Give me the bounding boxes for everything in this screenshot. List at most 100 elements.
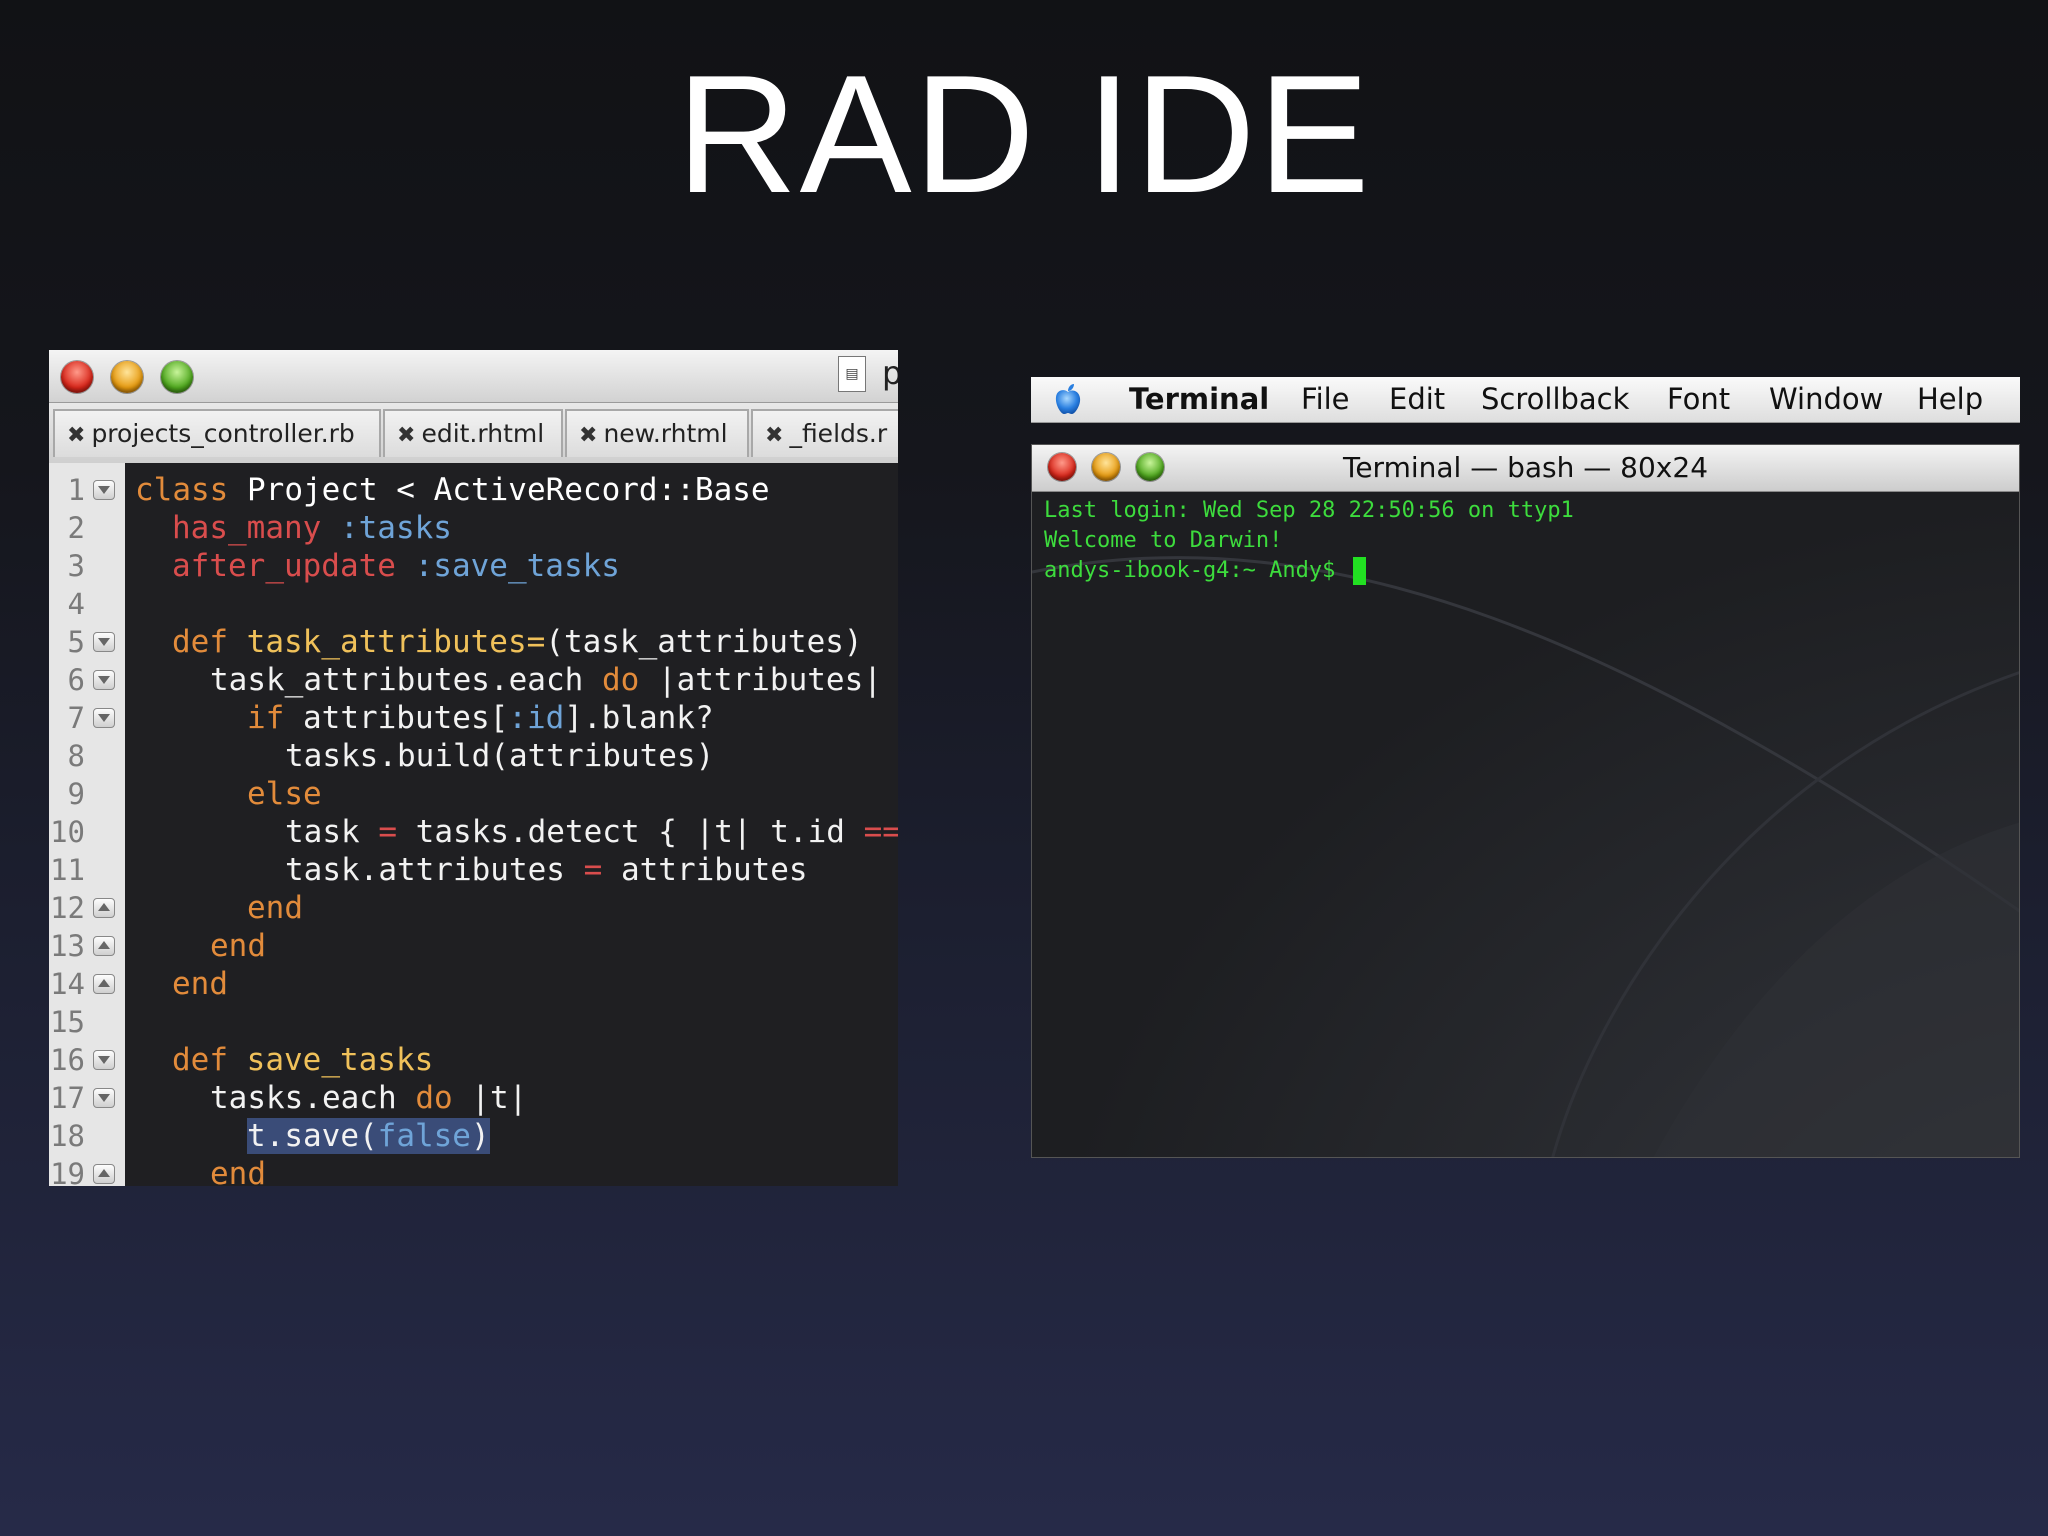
- code-token: t.save(: [247, 1118, 378, 1154]
- fold-toggle-icon[interactable]: [93, 1088, 115, 1108]
- line-number: 17: [50, 1081, 85, 1115]
- fold-toggle-icon[interactable]: [93, 708, 115, 728]
- text-cursor: [1352, 557, 1366, 585]
- code-token: task_attributes.each: [210, 662, 602, 698]
- code-line: tasks.build(attributes): [285, 737, 714, 775]
- terminal-window: Terminal — bash — 80x24 Last login: Wed …: [1031, 444, 2020, 1158]
- code-token: if: [247, 700, 285, 736]
- code-token: attributes[: [284, 700, 509, 736]
- menu-file[interactable]: File: [1301, 377, 1350, 422]
- code-line: if attributes[:id].blank?: [247, 699, 714, 737]
- menu-window[interactable]: Window: [1769, 377, 1883, 422]
- code-token: false: [377, 1118, 471, 1154]
- code-token: def: [172, 624, 228, 660]
- code-token: :save_tasks: [395, 548, 620, 584]
- tab-label: projects_controller.rb: [91, 419, 355, 448]
- line-number: 11: [50, 853, 85, 887]
- code-token: class: [135, 472, 229, 508]
- line-number: 12: [50, 891, 85, 925]
- line-number: 19: [50, 1157, 85, 1186]
- line-number: 13: [50, 929, 85, 963]
- terminal-output[interactable]: Last login: Wed Sep 28 22:50:56 on ttyp1…: [1032, 492, 2019, 1157]
- line-number: 7: [67, 701, 85, 735]
- fold-toggle-icon[interactable]: [93, 936, 115, 956]
- terminal-line: Welcome to Darwin!: [1044, 528, 1283, 553]
- tab-edit-rhtml[interactable]: ✖ edit.rhtml: [383, 409, 563, 457]
- tab-label: new.rhtml: [603, 419, 728, 448]
- fold-toggle-icon[interactable]: [93, 670, 115, 690]
- code-token: ): [470, 1118, 490, 1154]
- line-number: 14: [50, 967, 85, 1001]
- slide-title: RAD IDE: [676, 40, 1372, 228]
- code-token: end: [210, 928, 266, 964]
- code-token: task_attributes=: [228, 624, 546, 660]
- code-line: task = tasks.detect { |t| t.id ==: [285, 813, 898, 851]
- code-token: end: [247, 890, 303, 926]
- code-token: attributes: [602, 852, 808, 888]
- code-line: class Project < ActiveRecord::Base: [135, 471, 770, 509]
- terminal-titlebar: Terminal — bash — 80x24: [1032, 445, 2019, 492]
- code-token: =: [378, 814, 397, 850]
- menu-terminal[interactable]: Terminal: [1129, 377, 1269, 422]
- apple-menu-icon[interactable]: [1053, 383, 1083, 415]
- code-line: task.attributes = attributes: [285, 851, 808, 889]
- background-swoosh: [1032, 556, 2019, 1157]
- code-token: def: [172, 1042, 228, 1078]
- code-token: :id: [508, 700, 565, 736]
- fold-toggle-icon[interactable]: [93, 632, 115, 652]
- code-line: end: [247, 889, 303, 927]
- code-line: end: [210, 1155, 266, 1186]
- tab-new-rhtml[interactable]: ✖ new.rhtml: [565, 409, 749, 457]
- fold-toggle-icon[interactable]: [93, 974, 115, 994]
- code-line: else: [247, 775, 322, 813]
- tab-close-icon[interactable]: ✖: [397, 423, 415, 448]
- fold-toggle-icon[interactable]: [93, 1050, 115, 1070]
- code-token: save_tasks: [228, 1042, 434, 1078]
- code-token: task.attributes: [285, 852, 584, 888]
- tab-fields[interactable]: ✖ _fields.r: [751, 409, 898, 457]
- code-line: end: [172, 965, 228, 1003]
- code-token: tasks.each: [210, 1080, 416, 1116]
- line-number: 6: [67, 663, 85, 697]
- code-token: |attributes|: [639, 662, 882, 698]
- code-token: has_many: [172, 510, 322, 546]
- code-token: |t|: [452, 1080, 528, 1116]
- code-token: do: [601, 662, 640, 698]
- close-window-button[interactable]: [61, 361, 93, 393]
- minimize-window-button[interactable]: [111, 361, 143, 393]
- document-proxy-icon[interactable]: ▤: [838, 356, 866, 392]
- code-editor[interactable]: class Project < ActiveRecord::Base has_m…: [125, 463, 898, 1186]
- zoom-window-button[interactable]: [161, 361, 193, 393]
- fold-toggle-icon[interactable]: [93, 898, 115, 918]
- line-number-gutter: 1 2 3 4 5 6 7 8 9 10 11 12 13 14 15 16 1…: [49, 463, 126, 1186]
- code-token: task: [285, 814, 379, 850]
- menu-edit[interactable]: Edit: [1389, 377, 1445, 422]
- menu-help[interactable]: Help: [1917, 377, 1983, 422]
- tab-close-icon[interactable]: ✖: [67, 423, 85, 448]
- tab-projects-controller[interactable]: ✖ projects_controller.rb: [53, 409, 381, 457]
- code-token: (task_attributes): [545, 624, 863, 660]
- tab-label: edit.rhtml: [421, 419, 545, 448]
- code-token: Project < ActiveRecord::Base: [228, 472, 770, 508]
- tab-label: _fields.r: [789, 419, 888, 448]
- code-line: task_attributes.each do |attributes|: [210, 661, 882, 699]
- line-number: 4: [67, 587, 85, 621]
- menu-scrollback[interactable]: Scrollback: [1481, 377, 1629, 422]
- code-token: tasks.build(attributes): [285, 738, 715, 774]
- tab-close-icon[interactable]: ✖: [765, 423, 783, 448]
- code-line: def task_attributes=(task_attributes): [172, 623, 863, 661]
- menu-font[interactable]: Font: [1667, 377, 1730, 422]
- line-number: 18: [50, 1119, 85, 1153]
- editor-window: ▤ p ✖ projects_controller.rb ✖ edit.rhtml …: [49, 350, 898, 1186]
- code-token: else: [247, 776, 322, 812]
- code-token: tasks.detect { |t| t.id: [397, 814, 864, 850]
- tab-close-icon[interactable]: ✖: [579, 423, 597, 448]
- line-number: 9: [67, 777, 85, 811]
- line-number: 3: [67, 549, 85, 583]
- code-line: def save_tasks: [172, 1041, 433, 1079]
- fold-toggle-icon[interactable]: [93, 1164, 115, 1184]
- fold-toggle-icon[interactable]: [93, 480, 115, 500]
- code-line: t.save(false): [247, 1117, 490, 1155]
- terminal-window-title: Terminal — bash — 80x24: [1342, 451, 1709, 484]
- editor-tab-bar: ✖ projects_controller.rb ✖ edit.rhtml ✖ new…: [49, 403, 898, 465]
